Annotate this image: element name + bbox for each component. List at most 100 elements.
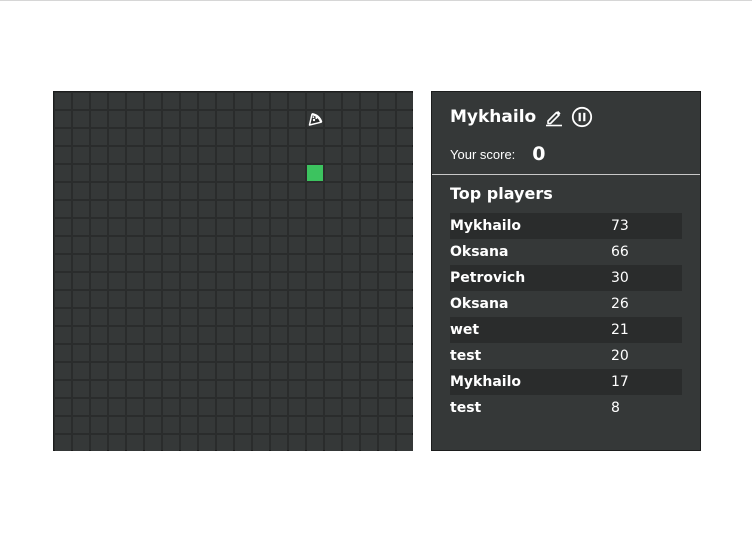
board-cell — [181, 435, 197, 451]
board-cell — [325, 291, 341, 307]
board-cell — [55, 165, 71, 181]
board-cell — [397, 435, 413, 451]
board-cell — [253, 309, 269, 325]
board-cell — [163, 93, 179, 109]
board-cell — [91, 219, 107, 235]
board-cell — [91, 363, 107, 379]
board-cell — [163, 381, 179, 397]
edit-name-button[interactable] — [545, 107, 563, 127]
board-cell — [127, 417, 143, 433]
board-cell — [253, 255, 269, 271]
board-cell — [73, 435, 89, 451]
board-cell — [163, 111, 179, 127]
board-cell — [379, 165, 395, 181]
board-cell — [73, 417, 89, 433]
board-cell — [343, 381, 359, 397]
board-cell — [325, 273, 341, 289]
board-cell — [361, 435, 377, 451]
board-cell — [325, 147, 341, 163]
board-cell — [109, 309, 125, 325]
game-board[interactable] — [53, 91, 413, 451]
board-cell — [253, 201, 269, 217]
board-cell — [181, 111, 197, 127]
leaderboard-row: test 20 — [450, 343, 682, 369]
board-cell — [253, 273, 269, 289]
leaderboard-player-name: Petrovich — [450, 270, 526, 286]
board-cell — [325, 399, 341, 415]
board-cell — [217, 435, 233, 451]
board-cell — [343, 93, 359, 109]
board-cell — [379, 111, 395, 127]
board-cell — [181, 129, 197, 145]
board-cell — [163, 237, 179, 253]
board-cell — [361, 201, 377, 217]
board-cell — [325, 327, 341, 343]
board-cell — [307, 201, 323, 217]
board-cell — [235, 399, 251, 415]
board-cell — [307, 327, 323, 343]
board-cell — [397, 327, 413, 343]
board-cell — [271, 399, 287, 415]
board-cell — [217, 309, 233, 325]
board-cell — [289, 183, 305, 199]
board-cell — [73, 237, 89, 253]
player-name: Mykhailo — [450, 107, 537, 127]
board-cell — [235, 381, 251, 397]
leaderboard-player-name: Oksana — [450, 244, 509, 260]
board-cell — [307, 417, 323, 433]
board-cell — [163, 183, 179, 199]
board-cell — [55, 111, 71, 127]
board-cell — [235, 435, 251, 451]
board-cell — [145, 273, 161, 289]
board-cell — [109, 111, 125, 127]
board-cell — [271, 381, 287, 397]
board-cell — [199, 273, 215, 289]
board-cell — [397, 183, 413, 199]
leaderboard-player-name: Mykhailo — [450, 218, 521, 234]
board-cell — [361, 327, 377, 343]
board-cell — [199, 219, 215, 235]
board-cell — [73, 111, 89, 127]
board-cell — [73, 255, 89, 271]
board-cell — [217, 291, 233, 307]
board-cell — [109, 345, 125, 361]
board-cell — [343, 165, 359, 181]
board-cell — [235, 417, 251, 433]
board-cell — [91, 309, 107, 325]
board-cell — [253, 291, 269, 307]
leaderboard-player-score: 66 — [611, 244, 629, 260]
board-cell — [271, 165, 287, 181]
board-cell — [253, 237, 269, 253]
board-cell — [379, 363, 395, 379]
board-cell — [217, 417, 233, 433]
board-cell — [397, 417, 413, 433]
board-cell — [235, 93, 251, 109]
board-cell — [217, 129, 233, 145]
board-cell — [253, 219, 269, 235]
leaderboard-player-score: 73 — [611, 218, 629, 234]
board-cell — [289, 165, 305, 181]
pause-button[interactable] — [571, 106, 593, 128]
board-cell — [55, 399, 71, 415]
board-cell — [253, 399, 269, 415]
board-cell — [271, 129, 287, 145]
board-cell — [217, 363, 233, 379]
board-cell — [199, 183, 215, 199]
board-cell — [397, 363, 413, 379]
board-cell — [127, 327, 143, 343]
board-cell — [271, 363, 287, 379]
leaderboard-row: Petrovich 30 — [450, 265, 682, 291]
board-cell — [91, 147, 107, 163]
board-cell — [109, 417, 125, 433]
board-cell — [199, 111, 215, 127]
board-cell — [343, 255, 359, 271]
score-row: Your score: 0 — [450, 142, 546, 166]
board-cell — [73, 183, 89, 199]
board-cell — [55, 93, 71, 109]
board-cell — [379, 327, 395, 343]
leaderboard-player-score: 30 — [611, 270, 629, 286]
board-cell — [253, 345, 269, 361]
board-cell — [145, 129, 161, 145]
board-cell — [325, 309, 341, 325]
board-cell — [145, 165, 161, 181]
